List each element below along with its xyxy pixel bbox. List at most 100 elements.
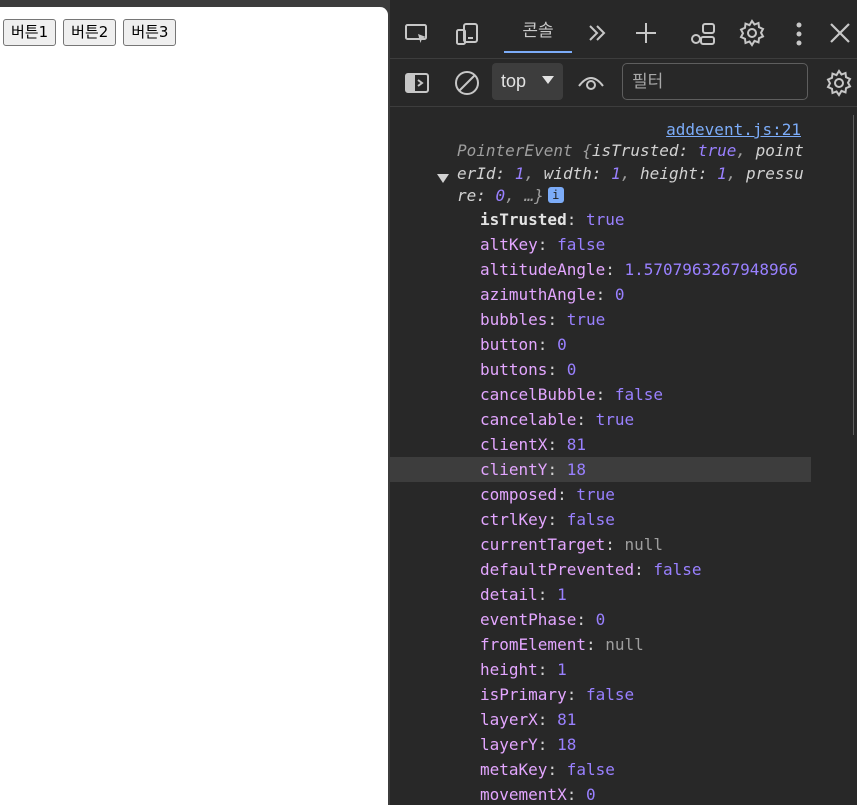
property-key: movementX <box>480 785 567 804</box>
console-output: addevent.js:21 PointerEvent {isTrusted: … <box>390 108 811 805</box>
property-key: button <box>480 335 538 354</box>
context-value: top <box>501 71 527 91</box>
property-row[interactable]: layerX: 81 <box>390 707 811 732</box>
property-key: height <box>480 660 538 679</box>
property-key: buttons <box>480 360 548 379</box>
property-row[interactable]: metaKey: false <box>390 757 811 782</box>
button-2[interactable]: 버튼2 <box>63 19 117 46</box>
property-value: 0 <box>595 610 606 629</box>
scrollbar-thumb[interactable] <box>853 115 854 435</box>
kebab-menu-icon[interactable] <box>789 19 809 49</box>
property-colon: : <box>557 485 577 504</box>
property-row[interactable]: isTrusted: true <box>390 207 811 232</box>
property-value: null <box>605 635 644 654</box>
property-value: false <box>566 510 615 529</box>
summary-value: 0 <box>495 186 506 205</box>
expand-toggle-icon[interactable] <box>437 174 449 183</box>
property-row[interactable]: ctrlKey: false <box>390 507 811 532</box>
property-colon: : <box>547 435 567 454</box>
property-row[interactable]: composed: true <box>390 482 811 507</box>
property-key: eventPhase <box>480 610 577 629</box>
property-value: 0 <box>566 360 577 379</box>
feedback-icon[interactable] <box>688 19 718 49</box>
context-selector[interactable]: top <box>492 63 563 100</box>
close-icon[interactable] <box>826 19 854 47</box>
property-key: fromElement <box>480 635 586 654</box>
tab-console[interactable]: 콘솔 <box>504 14 572 54</box>
property-row[interactable]: azimuthAngle: 0 <box>390 282 811 307</box>
property-colon: : <box>595 385 615 404</box>
property-value: 18 <box>566 460 586 479</box>
property-colon: : <box>537 235 558 254</box>
property-row[interactable]: isPrimary: false <box>390 682 811 707</box>
device-inspect-icon[interactable] <box>402 19 432 49</box>
info-icon[interactable]: i <box>547 187 564 203</box>
property-row[interactable]: altitudeAngle: 1.5707963267948966 <box>390 257 811 282</box>
property-list: isTrusted: true altKey: false altitudeAngl… <box>390 207 811 805</box>
property-colon: : <box>566 785 586 804</box>
sidebar-toggle-icon[interactable] <box>402 69 432 97</box>
more-tabs-icon[interactable] <box>583 19 611 47</box>
console-settings-icon[interactable] <box>824 68 854 98</box>
property-colon: : <box>605 260 625 279</box>
filter-input[interactable] <box>622 63 808 100</box>
property-colon: : <box>585 635 606 654</box>
button-3[interactable]: 버튼3 <box>123 19 177 46</box>
property-row[interactable]: bubbles: true <box>390 307 811 332</box>
property-row[interactable]: clientX: 81 <box>390 432 811 457</box>
property-row[interactable]: fromElement: null <box>390 632 811 657</box>
property-value: 1 <box>557 585 567 604</box>
add-tab-icon[interactable] <box>632 19 660 47</box>
summary-value: true <box>697 141 737 160</box>
property-row[interactable]: button: 0 <box>390 332 811 357</box>
property-row[interactable]: altKey: false <box>390 232 811 257</box>
property-row[interactable]: defaultPrevented: false <box>390 557 811 582</box>
property-key: isPrimary <box>480 685 567 704</box>
console-scrollbar[interactable] <box>811 108 857 805</box>
button-1[interactable]: 버튼1 <box>3 19 57 46</box>
property-colon: : <box>576 410 596 429</box>
property-colon: : <box>537 660 558 679</box>
clear-console-icon[interactable] <box>452 68 482 98</box>
property-row[interactable]: clientY: 18 <box>390 457 811 482</box>
property-key: cancelBubble <box>480 385 596 404</box>
property-row[interactable]: height: 1 <box>390 657 811 682</box>
property-key: altKey <box>480 235 538 254</box>
property-value: false <box>614 385 664 404</box>
property-key: metaKey <box>480 760 548 779</box>
settings-icon[interactable] <box>737 18 767 48</box>
property-value: true <box>585 210 625 229</box>
property-value: false <box>653 560 702 579</box>
property-value: 0 <box>585 785 596 804</box>
property-key: composed <box>480 485 558 504</box>
property-colon: : <box>537 335 558 354</box>
property-value: true <box>566 310 606 329</box>
property-row[interactable]: eventPhase: 0 <box>390 607 811 632</box>
property-row[interactable]: detail: 1 <box>390 582 811 607</box>
device-toggle-icon[interactable] <box>452 19 482 49</box>
property-colon: : <box>547 360 567 379</box>
property-key: azimuthAngle <box>480 285 596 304</box>
property-value: false <box>557 235 606 254</box>
property-row[interactable]: cancelable: true <box>390 407 811 432</box>
summary-suffix: , …} <box>505 186 544 205</box>
property-colon: : <box>537 710 558 729</box>
property-colon: : <box>605 535 625 554</box>
property-value: 18 <box>557 735 577 754</box>
object-summary[interactable]: PointerEvent {isTrusted: true, pointerId… <box>457 140 807 208</box>
property-key: clientX <box>480 435 548 454</box>
property-key: currentTarget <box>480 535 606 554</box>
summary-key: isTrusted <box>591 141 679 160</box>
property-key: layerX <box>480 710 538 729</box>
active-tab-indicator <box>504 51 572 53</box>
live-expression-eye-icon[interactable] <box>576 70 606 94</box>
source-link[interactable]: addevent.js:21 <box>666 120 801 139</box>
property-key: altitudeAngle <box>480 260 606 279</box>
property-row[interactable]: currentTarget: null <box>390 532 811 557</box>
property-row[interactable]: movementX: 0 <box>390 782 811 805</box>
property-row[interactable]: layerY: 18 <box>390 732 811 757</box>
caret-down-icon <box>542 76 554 84</box>
property-row[interactable]: buttons: 0 <box>390 357 811 382</box>
summary-key: width <box>543 163 592 183</box>
property-row[interactable]: cancelBubble: false <box>390 382 811 407</box>
